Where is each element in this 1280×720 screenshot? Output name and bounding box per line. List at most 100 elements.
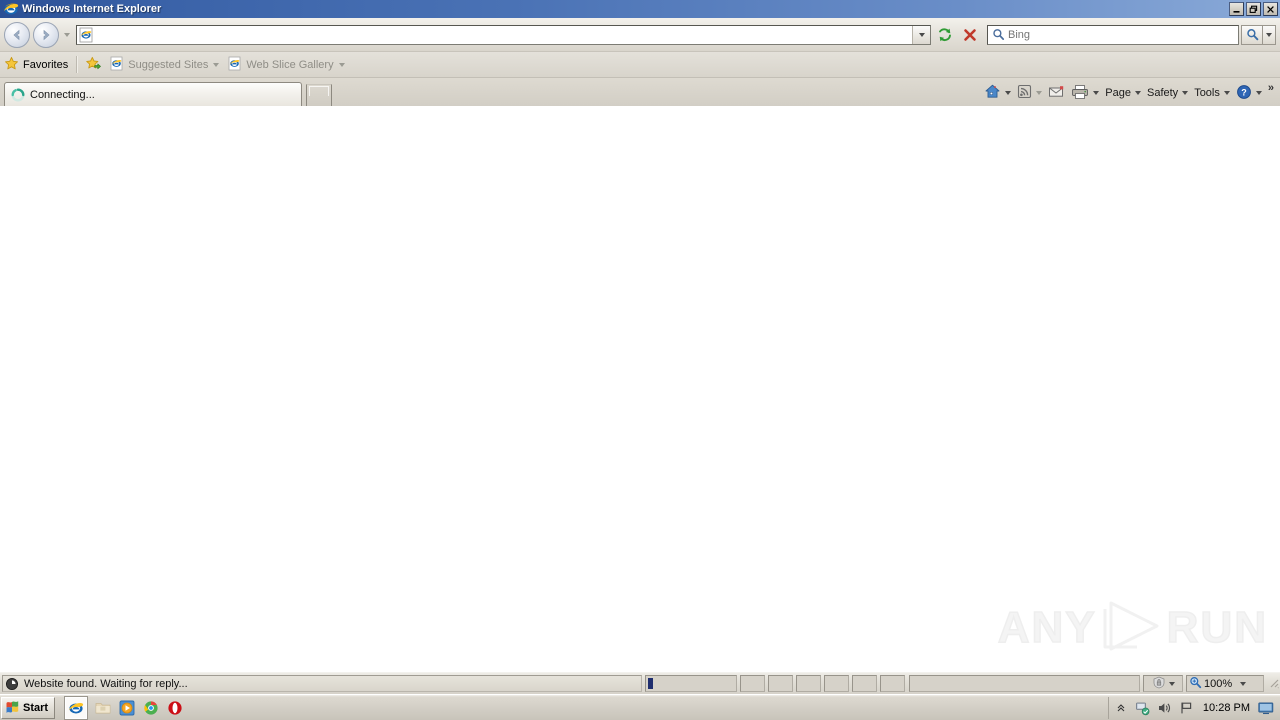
refresh-button[interactable] [934,24,956,46]
search-provider-dropdown[interactable] [1263,24,1276,45]
toolbar-divider [76,56,79,73]
stop-button[interactable] [959,24,981,46]
star-add-icon [86,56,102,74]
home-icon [984,83,1001,103]
taskbar-google-chrome[interactable] [143,700,159,716]
favorites-item-suggested-sites[interactable]: Suggested Sites [105,55,223,75]
zoom-control[interactable]: 100% [1186,675,1264,692]
star-icon [4,56,19,74]
page-menu-button[interactable]: Page [1102,83,1144,103]
progress-bar-fill [648,678,653,689]
quick-launch-bar [61,695,187,720]
favorites-center-button[interactable]: Favorites [0,55,72,75]
recent-pages-dropdown[interactable] [61,25,73,45]
address-bar[interactable] [76,24,931,45]
close-button[interactable] [1263,2,1278,16]
printer-icon [1071,84,1089,103]
chevron-down-icon [338,62,345,67]
taskbar-opera[interactable] [167,700,183,716]
minimize-button[interactable] [1229,2,1244,16]
ie-logo-icon [3,1,19,17]
chevron-down-icon[interactable] [1036,91,1043,95]
taskbar-folder[interactable] [95,700,111,716]
search-go-button[interactable] [1241,24,1263,45]
flag-icon[interactable] [1179,700,1195,716]
add-to-favorites-bar-button[interactable] [82,55,105,75]
tab-label: Connecting... [30,88,95,101]
monitor-icon[interactable] [1258,700,1274,716]
start-button[interactable]: Start [1,696,56,719]
clock-time[interactable]: 10:28 PM [1203,702,1250,714]
taskbar-windows-media-player[interactable] [119,700,135,716]
status-panel-4 [824,675,849,692]
network-icon[interactable] [1135,700,1151,716]
address-input[interactable] [94,24,912,45]
status-panel-wide [909,675,1140,692]
new-tab-button[interactable] [306,84,332,106]
status-panel-2 [768,675,793,692]
back-arrow-icon [13,29,20,40]
tab-connecting[interactable]: Connecting... [4,82,302,106]
progress-bar [645,675,737,692]
navigation-toolbar [0,18,1280,52]
chevron-down-icon [213,62,220,67]
clock-icon [5,677,19,691]
command-bar: Page Safety Tools ? » [981,82,1274,104]
security-zone-button[interactable] [1143,675,1183,692]
back-button[interactable] [4,21,30,48]
search-box[interactable] [987,24,1239,45]
search-input[interactable] [1006,25,1238,44]
restore-button[interactable] [1246,2,1261,16]
status-message: Website found. Waiting for reply... [24,677,188,690]
anyrun-watermark: ANY RUN [997,597,1268,658]
favorites-item-web-slice-gallery[interactable]: Web Slice Gallery [223,55,348,75]
status-bar: Website found. Waiting for reply... 100% [0,672,1280,694]
forward-button[interactable] [33,21,59,48]
chevron-down-icon[interactable] [1255,91,1262,95]
start-label: Start [23,701,49,714]
chevron-up-icon[interactable] [1113,700,1129,716]
feeds-button[interactable] [1014,83,1045,103]
safety-menu-button[interactable]: Safety [1144,83,1191,103]
rss-feed-icon [1017,84,1032,102]
window-controls [1229,2,1278,16]
address-dropdown-button[interactable] [912,25,930,44]
resize-gripper[interactable] [1266,675,1280,692]
home-button[interactable] [981,83,1014,103]
status-panel-6 [880,675,905,692]
refresh-icon [939,27,951,41]
safety-menu-label: Safety [1147,87,1179,99]
play-triangle-icon [1101,597,1163,658]
favorites-item-label: Web Slice Gallery [246,58,334,71]
chevron-down-icon [1168,681,1175,686]
chevron-down-icon[interactable] [1093,91,1100,95]
page-content-area: ANY RUN [0,106,1280,672]
forward-arrow-icon [43,29,50,40]
zoom-magnifier-icon [1189,676,1202,692]
chevron-down-icon[interactable] [1005,91,1012,95]
taskbar-internet-explorer[interactable] [64,695,89,720]
print-button[interactable] [1068,83,1102,103]
svg-text:?: ? [1241,87,1247,97]
watermark-text-right: RUN [1166,602,1268,653]
help-menu-button[interactable]: ? [1233,83,1265,103]
window-title: Windows Internet Explorer [22,3,162,15]
chevron-down-icon [64,32,70,37]
loading-spinner-icon [11,87,25,102]
favorites-bar: Favorites Suggested Sites Web Slice Gall… [0,52,1280,78]
ie-page-icon [78,27,94,43]
command-bar-overflow-button[interactable]: » [1268,82,1274,94]
chevron-down-icon[interactable] [1240,681,1247,686]
read-mail-button[interactable] [1045,83,1068,103]
zoom-level-label: 100% [1204,677,1233,690]
ie-page-icon [109,56,124,74]
mail-icon [1048,84,1065,102]
help-icon: ? [1236,84,1252,103]
tools-menu-label: Tools [1194,87,1220,99]
tab-bar: Connecting... Page Safety Tools ? » [0,78,1280,106]
volume-icon[interactable] [1157,700,1173,716]
search-magnifier-icon [990,27,1006,43]
tools-menu-button[interactable]: Tools [1191,83,1233,103]
system-tray: 10:28 PM [1107,697,1278,719]
status-message-panel: Website found. Waiting for reply... [2,675,642,692]
